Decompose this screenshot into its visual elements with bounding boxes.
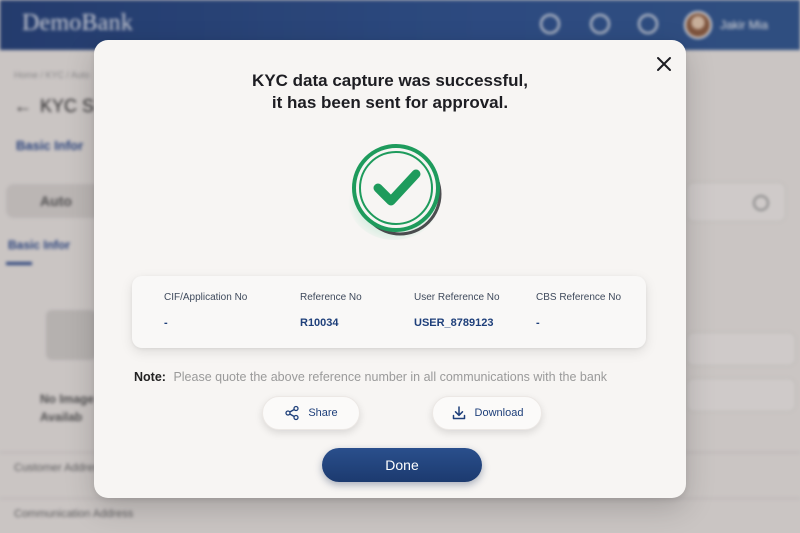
dialog-title: KYC data capture was successful, it has …	[94, 70, 686, 114]
share-label: Share	[308, 407, 338, 419]
download-button[interactable]: Download	[432, 396, 542, 430]
check-circle-icon	[344, 136, 454, 246]
reference-value: R10034	[300, 317, 339, 329]
share-icon	[285, 405, 299, 421]
reference-item-cbs: CBS Reference No -	[536, 292, 621, 329]
reference-label: CBS Reference No	[536, 292, 622, 303]
dialog-title-line-2: it has been sent for approval.	[271, 93, 509, 112]
reference-item-user-reference: User Reference No USER_8789123	[414, 292, 500, 329]
reference-item-reference-no: Reference No R10034	[300, 292, 362, 329]
reference-label: Reference No	[300, 292, 362, 303]
download-label: Download	[474, 407, 524, 419]
reference-value: -	[536, 317, 540, 329]
reference-label: CIF/Application No	[164, 292, 248, 303]
reference-label: User Reference No	[414, 292, 500, 303]
reference-value: -	[164, 317, 168, 329]
done-button[interactable]: Done	[322, 448, 482, 482]
share-button[interactable]: Share	[262, 396, 360, 430]
note-label: Note:	[134, 370, 166, 384]
reference-note: Note: Please quote the above reference n…	[134, 370, 607, 384]
reference-item-cif: CIF/Application No -	[164, 292, 247, 329]
success-dialog: KYC data capture was successful, it has …	[94, 40, 686, 498]
dialog-title-line-1: KYC data capture was successful,	[252, 71, 528, 90]
note-text: Please quote the above reference number …	[173, 370, 608, 384]
reference-card: CIF/Application No - Reference No R10034…	[132, 276, 646, 348]
reference-value: USER_8789123	[414, 317, 494, 329]
download-icon	[452, 406, 465, 420]
